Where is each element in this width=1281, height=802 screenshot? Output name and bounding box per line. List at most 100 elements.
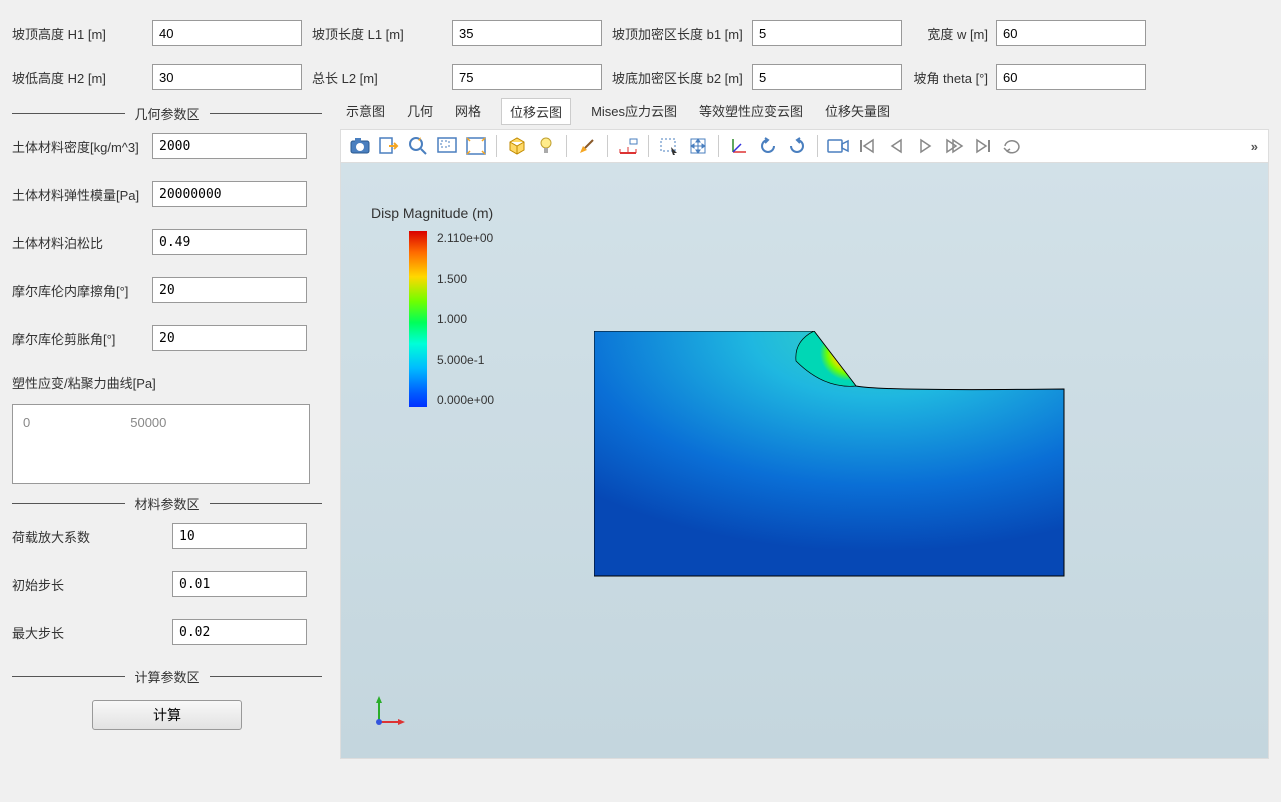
zoom-icon[interactable] xyxy=(405,133,431,159)
label-w: 宽度 w [m] xyxy=(912,24,988,43)
legend-tick: 5.000e-1 xyxy=(437,353,494,367)
zoom-fit-icon[interactable] xyxy=(463,133,489,159)
label-l1: 坡顶长度 L1 [m] xyxy=(312,24,444,43)
curve-table[interactable]: 0 50000 xyxy=(12,404,310,484)
input-l2[interactable] xyxy=(452,64,602,90)
param-h2: 坡低高度 H2 [m] xyxy=(12,64,302,90)
input-friction[interactable] xyxy=(152,277,307,303)
input-load-factor[interactable] xyxy=(172,523,307,549)
legend-tick: 1.000 xyxy=(437,312,494,326)
input-h2[interactable] xyxy=(152,64,302,90)
label-h2: 坡低高度 H2 [m] xyxy=(12,68,144,87)
left-panel: 几何参数区 土体材料密度[kg/m^3] 土体材料弹性模量[Pa] 土体材料泊松… xyxy=(12,98,322,759)
label-dilation: 摩尔库伦剪胀角[°] xyxy=(12,329,152,348)
label-init-step: 初始步长 xyxy=(12,575,172,594)
color-legend: Disp Magnitude (m) 2.110e+00 1.500 1.000… xyxy=(371,205,494,407)
camera-icon[interactable] xyxy=(825,133,851,159)
box-view-icon[interactable] xyxy=(504,133,530,159)
tab-geometry[interactable]: 几何 xyxy=(405,98,435,125)
label-h1: 坡顶高度 H1 [m] xyxy=(12,24,144,43)
label-b2: 坡底加密区长度 b2 [m] xyxy=(612,68,744,87)
slope-contour-plot xyxy=(594,331,1074,581)
curve-col2: 50000 xyxy=(130,415,166,473)
param-max-step: 最大步长 xyxy=(12,619,322,645)
viewport[interactable]: Disp Magnitude (m) 2.110e+00 1.500 1.000… xyxy=(340,163,1269,759)
input-b2[interactable] xyxy=(752,64,902,90)
input-dilation[interactable] xyxy=(152,325,307,351)
label-max-step: 最大步长 xyxy=(12,623,172,642)
param-load-factor: 荷载放大系数 xyxy=(12,523,322,549)
param-l1: 坡顶长度 L1 [m] xyxy=(312,20,602,46)
label-load-factor: 荷载放大系数 xyxy=(12,527,172,546)
param-dilation: 摩尔库伦剪胀角[°] xyxy=(12,325,322,351)
light-icon[interactable] xyxy=(533,133,559,159)
section-compute: 计算参数区 xyxy=(12,667,322,686)
curve-col1: 0 xyxy=(23,415,30,473)
tab-vector[interactable]: 位移矢量图 xyxy=(823,98,892,125)
input-b1[interactable] xyxy=(752,20,902,46)
param-b2: 坡底加密区长度 b2 [m] xyxy=(612,64,902,90)
input-l1[interactable] xyxy=(452,20,602,46)
tab-displacement[interactable]: 位移云图 xyxy=(501,98,571,125)
section-geometry: 几何参数区 xyxy=(12,104,322,123)
label-l2: 总长 L2 [m] xyxy=(312,68,444,87)
label-curve: 塑性应变/粘聚力曲线[Pa] xyxy=(12,373,322,392)
first-frame-icon[interactable] xyxy=(854,133,880,159)
last-frame-icon[interactable] xyxy=(970,133,996,159)
input-init-step[interactable] xyxy=(172,571,307,597)
rotate-ccw-icon[interactable] xyxy=(755,133,781,159)
param-friction: 摩尔库伦内摩擦角[°] xyxy=(12,277,322,303)
axis-triad-icon xyxy=(371,694,407,730)
viewport-toolbar: » xyxy=(340,129,1269,163)
rotate-cw-icon[interactable] xyxy=(784,133,810,159)
brush-icon[interactable] xyxy=(574,133,600,159)
top-parameters-grid: 坡顶高度 H1 [m] 坡顶长度 L1 [m] 坡顶加密区长度 b1 [m] 宽… xyxy=(0,0,1281,98)
label-b1: 坡顶加密区长度 b1 [m] xyxy=(612,24,744,43)
legend-tick: 0.000e+00 xyxy=(437,393,494,407)
legend-tick: 2.110e+00 xyxy=(437,231,494,245)
legend-colorbar xyxy=(409,231,427,407)
label-poisson: 土体材料泊松比 xyxy=(12,233,152,252)
axis-icon[interactable] xyxy=(726,133,752,159)
section-material: 材料参数区 xyxy=(12,494,322,513)
input-elastic[interactable] xyxy=(152,181,307,207)
input-w[interactable] xyxy=(996,20,1146,46)
toolbar-more-button[interactable]: » xyxy=(1247,139,1262,154)
param-h1: 坡顶高度 H1 [m] xyxy=(12,20,302,46)
tab-schematic[interactable]: 示意图 xyxy=(344,98,387,125)
input-theta[interactable] xyxy=(996,64,1146,90)
tab-mises[interactable]: Mises应力云图 xyxy=(589,98,679,125)
param-l2: 总长 L2 [m] xyxy=(312,64,602,90)
param-theta: 坡角 theta [°] xyxy=(912,64,1146,90)
prev-frame-icon[interactable] xyxy=(883,133,909,159)
input-poisson[interactable] xyxy=(152,229,307,255)
play-icon[interactable] xyxy=(912,133,938,159)
zoom-box-icon[interactable] xyxy=(434,133,460,159)
legend-tick: 1.500 xyxy=(437,272,494,286)
export-icon[interactable] xyxy=(376,133,402,159)
input-h1[interactable] xyxy=(152,20,302,46)
compute-button[interactable]: 计算 xyxy=(92,700,242,730)
param-init-step: 初始步长 xyxy=(12,571,322,597)
view-tabs: 示意图 几何 网格 位移云图 Mises应力云图 等效塑性应变云图 位移矢量图 xyxy=(340,98,1269,129)
move-icon[interactable] xyxy=(685,133,711,159)
ruler-icon[interactable] xyxy=(615,133,641,159)
label-friction: 摩尔库伦内摩擦角[°] xyxy=(12,281,152,300)
param-poisson: 土体材料泊松比 xyxy=(12,229,322,255)
screenshot-icon[interactable] xyxy=(347,133,373,159)
label-elastic: 土体材料弹性模量[Pa] xyxy=(12,185,152,204)
param-w: 宽度 w [m] xyxy=(912,20,1146,46)
param-elastic: 土体材料弹性模量[Pa] xyxy=(12,181,322,207)
select-icon[interactable] xyxy=(656,133,682,159)
tab-mesh[interactable]: 网格 xyxy=(453,98,483,125)
param-density: 土体材料密度[kg/m^3] xyxy=(12,133,322,159)
input-max-step[interactable] xyxy=(172,619,307,645)
legend-ticks: 2.110e+00 1.500 1.000 5.000e-1 0.000e+00 xyxy=(437,231,494,407)
legend-title: Disp Magnitude (m) xyxy=(371,205,494,221)
right-panel: 示意图 几何 网格 位移云图 Mises应力云图 等效塑性应变云图 位移矢量图 xyxy=(340,98,1269,759)
loop-icon[interactable] xyxy=(999,133,1025,159)
tab-plastic-strain[interactable]: 等效塑性应变云图 xyxy=(697,98,805,125)
input-density[interactable] xyxy=(152,133,307,159)
next-frame-icon[interactable] xyxy=(941,133,967,159)
label-theta: 坡角 theta [°] xyxy=(912,68,988,87)
